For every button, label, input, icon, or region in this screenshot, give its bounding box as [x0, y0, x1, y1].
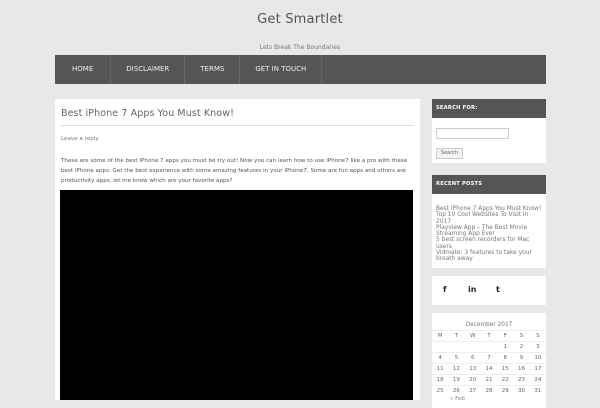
- calendar-weekday: S: [513, 330, 530, 342]
- calendar-day: [448, 341, 465, 353]
- calendar-day: 17: [529, 363, 546, 375]
- calendar-day: 9: [513, 352, 530, 364]
- calendar-weekday: S: [529, 330, 546, 342]
- recent-post-link[interactable]: Top 10 Cool Websites To Visit In 2017: [436, 212, 542, 225]
- calendar-weekday: T: [480, 330, 498, 342]
- calendar-weekday: T: [448, 330, 465, 342]
- calendar-day: 15: [497, 363, 514, 375]
- calendar-day: 2: [513, 341, 530, 353]
- recent-post-link[interactable]: Playview App – The Best Movie Streaming …: [436, 225, 542, 238]
- calendar-day: 16: [513, 363, 530, 375]
- calendar-day: 4: [432, 352, 449, 364]
- nav-item-home[interactable]: HOME: [55, 55, 112, 84]
- post-title[interactable]: Best iPhone 7 Apps You Must Know!: [61, 108, 414, 119]
- site-tagline: Lets Break The Boundaries: [259, 44, 341, 51]
- twitter-icon[interactable]: t: [496, 286, 500, 294]
- calendar-prev-link[interactable]: « Feb: [450, 396, 465, 402]
- recent-post-link[interactable]: Vidmate: 3 features to take your breath …: [436, 250, 542, 263]
- calendar-weekday: W: [464, 330, 481, 342]
- calendar-day: 13: [464, 363, 481, 375]
- calendar-day: [480, 341, 498, 353]
- calendar-day: 5: [448, 352, 465, 364]
- calendar-day: 6: [464, 352, 481, 364]
- video-player[interactable]: [60, 190, 413, 400]
- calendar-day: 12: [448, 363, 465, 375]
- nav-item-terms[interactable]: TERMS: [185, 55, 241, 84]
- linkedin-icon[interactable]: in: [468, 286, 476, 294]
- calendar-day: 25: [432, 385, 449, 396]
- calendar-day: 8: [497, 352, 514, 364]
- calendar-table: M T W T F S S 1 2 3 4 5 6 7 8 9 10 11 12…: [432, 330, 546, 396]
- calendar-day: 20: [464, 374, 481, 386]
- calendar-day: 27: [464, 385, 481, 396]
- calendar-weekday: F: [497, 330, 514, 342]
- recent-posts-widget: Best iPhone 7 Apps You Must Know! Top 10…: [432, 194, 546, 268]
- calendar-weekday: M: [432, 330, 449, 342]
- main-nav: HOME DISCLAIMER TERMS GET IN TOUCH: [55, 55, 546, 84]
- search-input[interactable]: [436, 128, 509, 139]
- calendar-day: 7: [480, 352, 498, 364]
- post-article: Best iPhone 7 Apps You Must Know! Leave …: [55, 99, 420, 400]
- calendar-day: [464, 341, 481, 353]
- calendar-day: 18: [432, 374, 449, 386]
- calendar-day: 19: [448, 374, 465, 386]
- nav-item-get-in-touch[interactable]: GET IN TOUCH: [240, 55, 323, 84]
- calendar-day: 31: [529, 385, 546, 396]
- calendar-day: 26: [448, 385, 465, 396]
- sidebar: SEARCH FOR: Search RECENT POSTS Best iPh…: [432, 99, 546, 408]
- search-button[interactable]: Search: [436, 148, 463, 159]
- calendar-day: 28: [480, 385, 498, 396]
- calendar-day: 24: [529, 374, 546, 386]
- calendar-day: 1: [497, 341, 514, 353]
- calendar-day: 21: [480, 374, 498, 386]
- nav-item-disclaimer[interactable]: DISCLAIMER: [111, 55, 186, 84]
- search-widget-heading: SEARCH FOR:: [432, 99, 546, 118]
- social-widget: f in t: [432, 276, 546, 305]
- calendar-day: [432, 341, 449, 353]
- recent-posts-heading: RECENT POSTS: [432, 175, 546, 194]
- calendar-widget: December 2017 M T W T F S S 1 2 3 4 5 6 …: [432, 313, 546, 408]
- calendar-day: 30: [513, 385, 530, 396]
- calendar-day: 3: [529, 341, 546, 353]
- calendar-day: 23: [513, 374, 530, 386]
- calendar-day: 14: [480, 363, 498, 375]
- calendar-day: 22: [497, 374, 514, 386]
- calendar-day: 11: [432, 363, 449, 375]
- post-body: These are some of the best iPhone 7 apps…: [61, 158, 408, 184]
- calendar-caption: December 2017: [465, 322, 513, 328]
- search-widget: Search: [432, 118, 546, 163]
- recent-post-link[interactable]: 5 best screen recorders for Mac users: [436, 237, 542, 250]
- site-title[interactable]: Get Smartlet: [0, 12, 600, 27]
- facebook-icon[interactable]: f: [443, 286, 446, 294]
- calendar-day: 29: [497, 385, 514, 396]
- calendar-day: 10: [529, 352, 546, 364]
- leave-reply-link[interactable]: Leave a reply: [61, 136, 414, 142]
- post-divider: [61, 125, 414, 126]
